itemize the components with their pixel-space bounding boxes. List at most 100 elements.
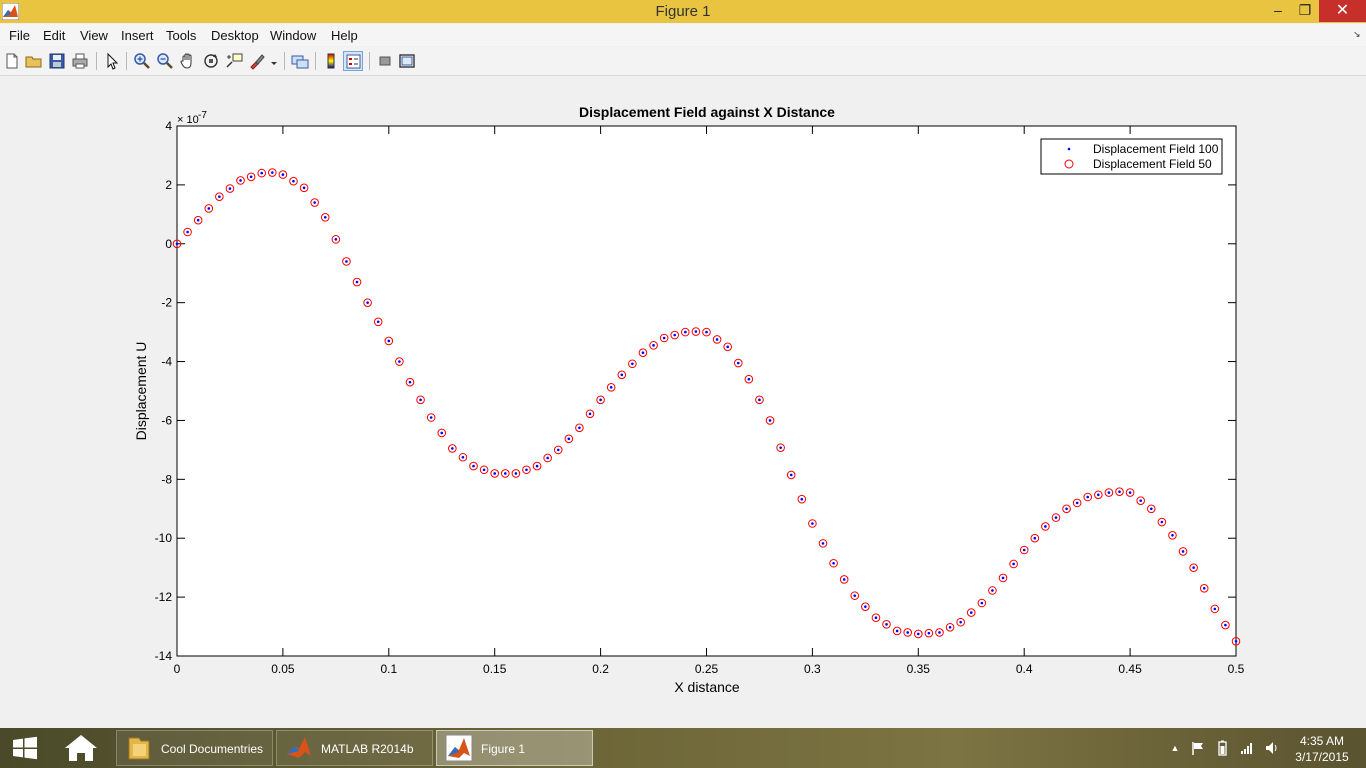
series-100-point xyxy=(1044,525,1047,528)
series-100-point xyxy=(1213,607,1217,611)
series-100-point xyxy=(1192,566,1195,569)
menu-window[interactable]: Window xyxy=(270,28,316,43)
series-100-point xyxy=(927,631,931,635)
series-100-point xyxy=(980,601,984,605)
series-100-point xyxy=(292,179,295,183)
folder-icon xyxy=(128,737,150,760)
taskbar: Cool Documentries MATLAB R2014b Figure 1… xyxy=(0,728,1366,768)
hide-plot-tools-icon[interactable] xyxy=(375,51,395,71)
series-100-point xyxy=(503,472,507,475)
series-100-point xyxy=(726,345,729,349)
taskbar-app-matlab[interactable]: MATLAB R2014b xyxy=(276,730,433,766)
series-100-point xyxy=(366,301,369,304)
legend-marker-dot xyxy=(1067,147,1071,151)
series-100-point xyxy=(334,238,338,241)
series-100-point xyxy=(800,497,804,501)
x-tick-label: 0.35 xyxy=(907,662,931,676)
close-button[interactable]: ✕ xyxy=(1319,0,1366,22)
plot-area[interactable]: Displacement Field against X Distance X … xyxy=(0,77,1366,728)
home-button[interactable] xyxy=(57,729,105,767)
restore-button[interactable]: ❐ xyxy=(1292,0,1318,22)
start-button[interactable] xyxy=(4,729,46,767)
series-100-point xyxy=(472,464,475,468)
action-center-flag-icon[interactable] xyxy=(1190,740,1206,756)
brush-dropdown-icon[interactable] xyxy=(269,51,279,71)
minimize-button[interactable]: – xyxy=(1264,0,1292,22)
x-tick-label: 0.45 xyxy=(1118,662,1142,676)
menu-desktop[interactable]: Desktop xyxy=(211,28,259,43)
show-plot-tools-icon[interactable] xyxy=(397,51,417,71)
dock-figure-icon[interactable]: ↘ xyxy=(1353,29,1361,40)
print-icon[interactable] xyxy=(70,51,90,71)
title-bar: Figure 1 – ❐ ✕ xyxy=(0,0,1366,23)
series-100-point xyxy=(948,625,952,629)
show-hidden-icons-icon[interactable]: ▲ xyxy=(1167,740,1183,756)
taskbar-app-label: Cool Documentries xyxy=(161,742,264,756)
axes-background xyxy=(176,125,1237,657)
series-100-point xyxy=(885,623,888,626)
series-100-point xyxy=(631,362,634,366)
open-file-icon[interactable] xyxy=(24,51,44,71)
volume-icon[interactable] xyxy=(1264,740,1280,756)
menu-insert[interactable]: Insert xyxy=(121,28,154,43)
taskbar-app-figure[interactable]: Figure 1 xyxy=(436,730,593,766)
legend[interactable]: Displacement Field 100 Displacement Fiel… xyxy=(1040,138,1223,175)
taskbar-app-label: MATLAB R2014b xyxy=(321,742,414,756)
series-100-point xyxy=(302,186,306,190)
series-100-point xyxy=(567,437,571,441)
y-tick-label: -6 xyxy=(161,413,172,427)
y-tick-label: -2 xyxy=(161,296,172,310)
toolbar-separator xyxy=(284,52,285,70)
edit-plot-icon[interactable] xyxy=(102,51,122,71)
menu-view[interactable]: View xyxy=(80,28,108,43)
series-100-point xyxy=(991,589,994,592)
menu-file[interactable]: File xyxy=(9,28,30,43)
series-100-point xyxy=(1022,548,1026,552)
taskbar-app-folder[interactable]: Cool Documentries xyxy=(116,730,273,766)
taskbar-clock[interactable]: 4:35 AM 3/17/2015 xyxy=(1292,733,1352,765)
save-icon[interactable] xyxy=(47,51,67,71)
series-100-point xyxy=(525,468,528,472)
series-100-point xyxy=(493,472,497,475)
series-100-point xyxy=(1171,533,1174,537)
series-100-point xyxy=(736,361,740,365)
menu-help[interactable]: Help xyxy=(331,28,358,43)
battery-icon[interactable] xyxy=(1214,740,1230,756)
series-100-point xyxy=(938,631,941,634)
series-100-point xyxy=(1054,516,1058,519)
pan-icon[interactable] xyxy=(178,51,198,71)
series-100-point xyxy=(408,380,412,384)
series-100-point xyxy=(207,207,211,210)
menu-tools[interactable]: Tools xyxy=(166,28,196,43)
matlab-icon xyxy=(287,737,311,758)
new-figure-icon[interactable] xyxy=(2,51,22,71)
x-tick-label: 0 xyxy=(174,662,181,676)
series-100-point xyxy=(1160,520,1164,524)
series-100-point xyxy=(768,419,772,422)
brush-icon[interactable] xyxy=(247,51,267,71)
window-title: Figure 1 xyxy=(655,3,711,20)
x-tick-label: 0.3 xyxy=(804,662,821,676)
figure-canvas[interactable]: Displacement Field against X Distance X … xyxy=(0,77,1366,728)
y-tick-label: -14 xyxy=(155,649,173,663)
series-100-point xyxy=(451,447,454,450)
insert-legend-icon[interactable] xyxy=(343,51,363,71)
windows-logo-icon xyxy=(13,736,37,760)
series-100-point xyxy=(398,360,401,363)
rotate-3d-icon[interactable] xyxy=(201,51,221,71)
series-100-point xyxy=(1202,586,1206,590)
network-signal-icon[interactable] xyxy=(1239,740,1255,756)
insert-colorbar-icon[interactable] xyxy=(321,51,341,71)
zoom-in-icon[interactable] xyxy=(132,51,152,71)
series-100-point xyxy=(694,330,698,333)
data-cursor-icon[interactable] xyxy=(224,51,244,71)
menu-edit[interactable]: Edit xyxy=(43,28,65,43)
x-tick-label: 0.5 xyxy=(1228,662,1245,676)
series-100-point xyxy=(440,431,444,435)
series-100-point xyxy=(747,377,751,381)
toolbar-separator xyxy=(369,52,370,70)
series-100-point xyxy=(758,398,761,402)
link-plot-icon[interactable] xyxy=(290,51,310,71)
zoom-out-icon[interactable] xyxy=(155,51,175,71)
y-exponent-label: × 10 xyxy=(177,114,199,126)
